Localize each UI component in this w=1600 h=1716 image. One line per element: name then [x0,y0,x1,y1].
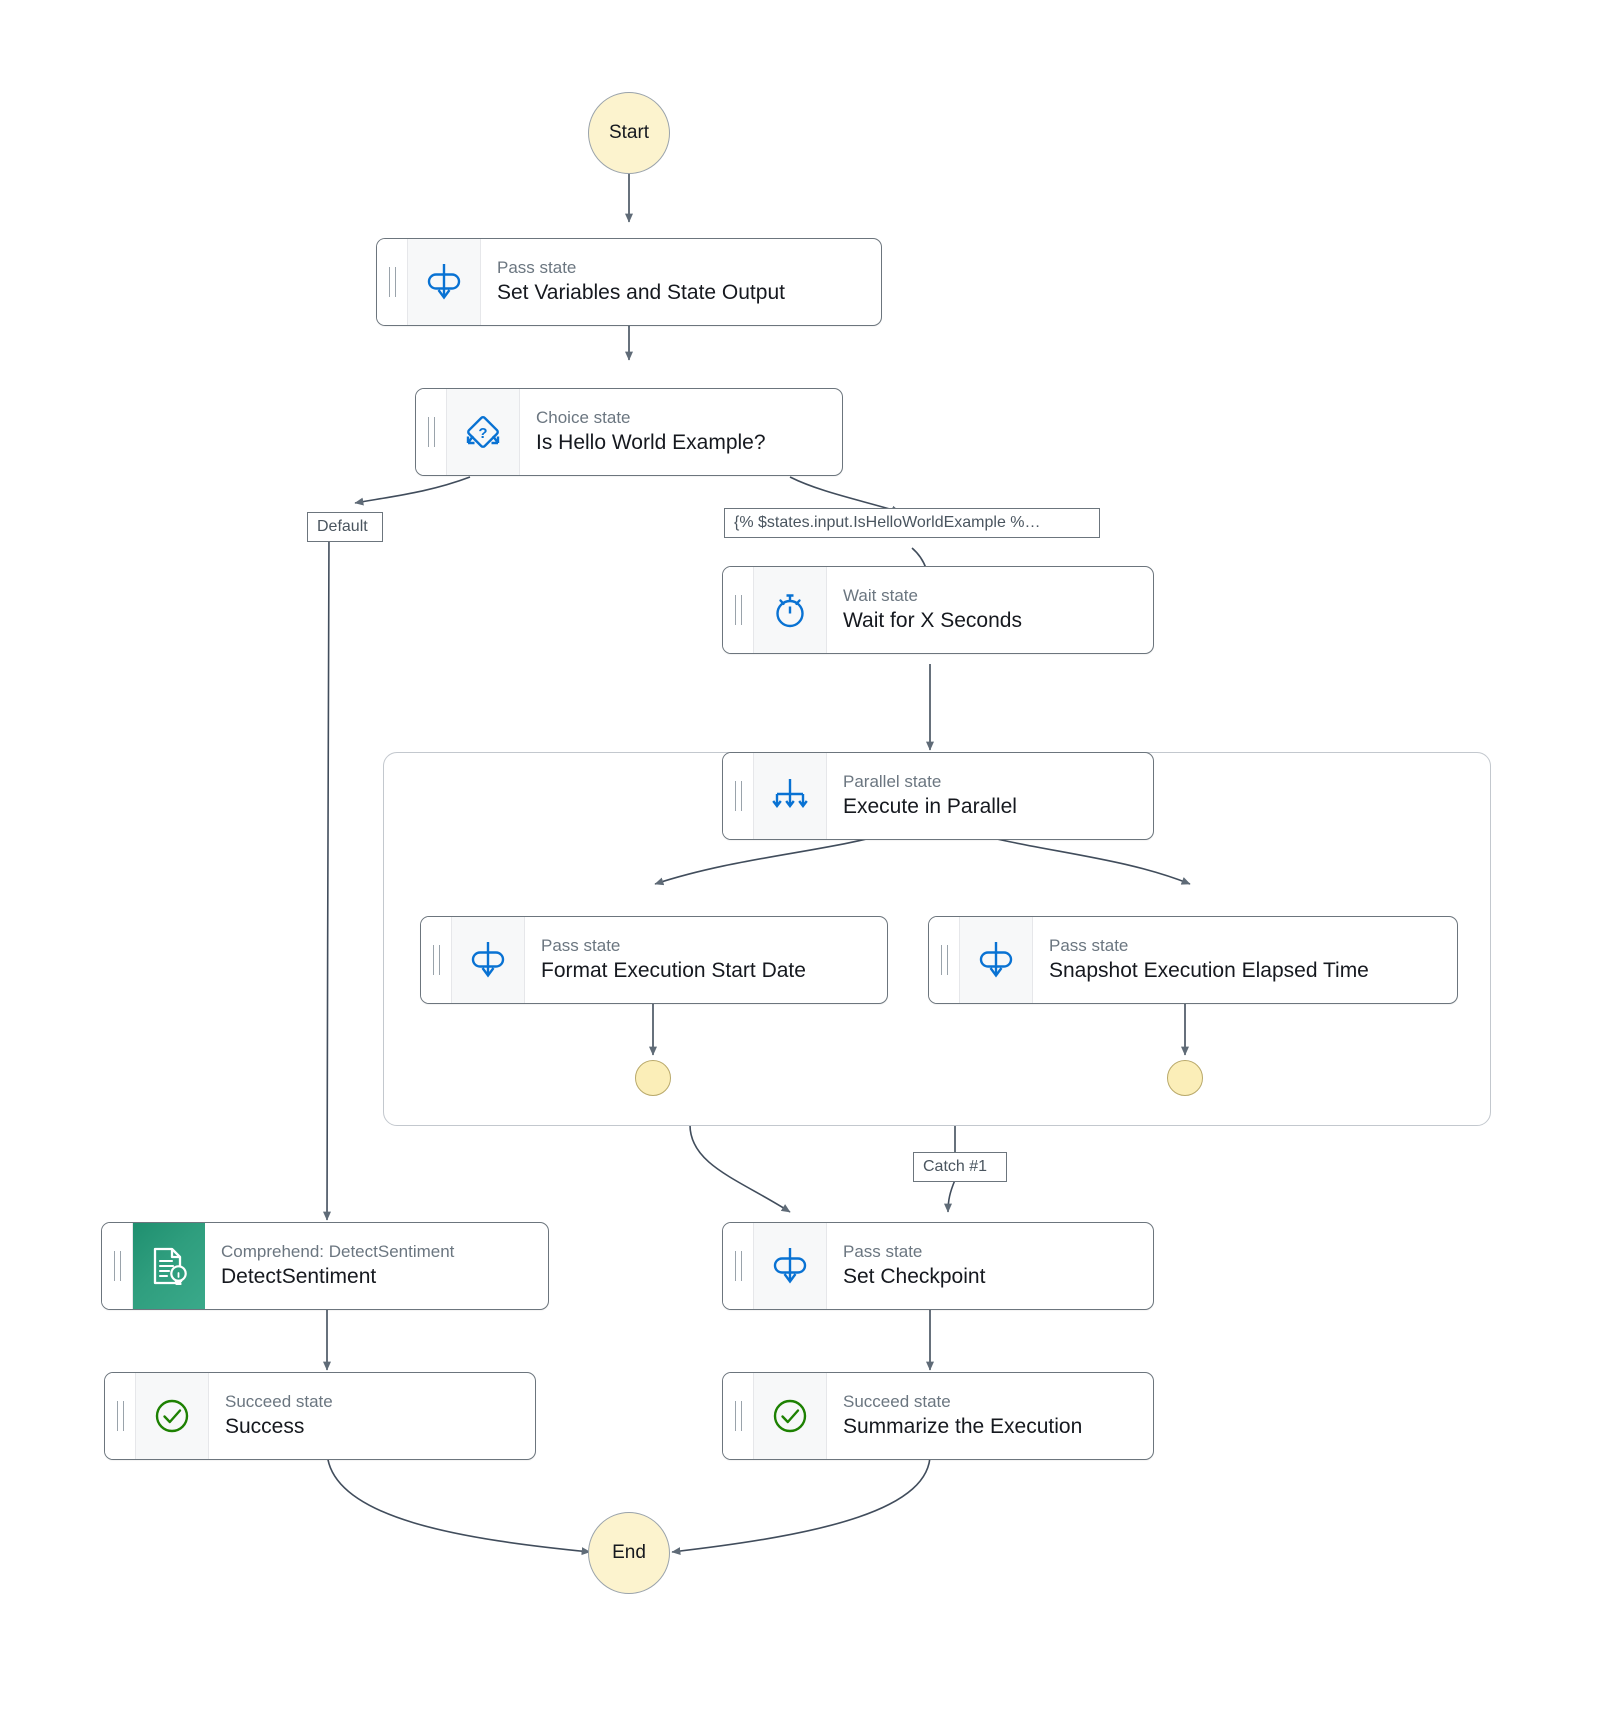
state-node-summarize-execution[interactable]: Succeed state Summarize the Execution [722,1372,1154,1460]
drag-handle[interactable] [421,917,452,1003]
comprehend-icon [133,1223,205,1309]
state-node-success[interactable]: Succeed state Success [104,1372,536,1460]
edge-label-condition: {% $states.input.IsHelloWorldExample %… [724,508,1100,538]
state-node-format-start-date[interactable]: Pass state Format Execution Start Date [420,916,888,1004]
wait-state-icon [754,567,827,653]
succeed-state-icon [136,1373,209,1459]
state-title: Success [225,1415,305,1438]
start-terminal[interactable]: Start [588,92,670,174]
svg-text:?: ? [478,425,487,442]
drag-handle[interactable] [929,917,960,1003]
state-kind: Pass state [541,935,621,955]
state-node-execute-parallel[interactable]: Parallel state Execute in Parallel [722,752,1154,840]
drag-handle[interactable] [723,1223,754,1309]
end-terminal[interactable]: End [588,1512,670,1594]
state-kind: Pass state [843,1241,923,1261]
drag-handle[interactable] [416,389,447,475]
state-node-is-hello-world[interactable]: ? Choice state Is Hello World Example? [415,388,843,476]
drag-handle[interactable] [102,1223,133,1309]
state-kind: Pass state [1049,935,1129,955]
state-node-snapshot-elapsed-time[interactable]: Pass state Snapshot Execution Elapsed Ti… [928,916,1458,1004]
edge-label-catch: Catch #1 [913,1152,1007,1182]
state-title: Execute in Parallel [843,795,1017,818]
drag-handle[interactable] [723,753,754,839]
state-title: Is Hello World Example? [536,431,766,454]
state-kind: Succeed state [225,1391,333,1411]
parallel-state-icon [754,753,827,839]
state-title: Format Execution Start Date [541,959,806,982]
edge-label-catch-text: Catch #1 [923,1158,988,1175]
state-title: Wait for X Seconds [843,609,1022,632]
drag-handle[interactable] [105,1373,136,1459]
drag-handle[interactable] [723,1373,754,1459]
state-kind: Succeed state [843,1391,951,1411]
pass-state-icon [452,917,525,1003]
state-title: Summarize the Execution [843,1415,1083,1438]
edge-label-condition-text: {% $states.input.IsHelloWorldExample %… [734,514,1041,531]
state-kind: Comprehend: DetectSentiment [221,1241,455,1261]
drag-handle[interactable] [377,239,408,325]
start-label: Start [608,122,650,143]
drag-handle[interactable] [723,567,754,653]
succeed-state-icon [754,1373,827,1459]
state-kind: Pass state [497,257,577,277]
pass-state-icon [408,239,481,325]
state-kind: Choice state [536,407,631,427]
pass-state-icon [754,1223,827,1309]
end-label: End [612,1542,646,1563]
state-node-set-variables[interactable]: Pass state Set Variables and State Outpu… [376,238,882,326]
state-node-wait-x-seconds[interactable]: Wait state Wait for X Seconds [722,566,1154,654]
state-title: Snapshot Execution Elapsed Time [1049,959,1369,982]
state-machine-graph: Start End Pass state Set Variables and S… [0,0,1600,1716]
choice-state-icon: ? [447,389,520,475]
state-kind: Wait state [843,585,918,605]
state-title: Set Checkpoint [843,1265,986,1288]
edge-label-default: Default [307,512,383,542]
pass-state-icon [960,917,1033,1003]
state-kind: Parallel state [843,771,942,791]
state-title: Set Variables and State Output [497,281,785,304]
state-title: DetectSentiment [221,1265,377,1288]
edge-label-default-text: Default [317,518,368,535]
state-node-detect-sentiment[interactable]: Comprehend: DetectSentiment DetectSentim… [101,1222,549,1310]
state-node-set-checkpoint[interactable]: Pass state Set Checkpoint [722,1222,1154,1310]
